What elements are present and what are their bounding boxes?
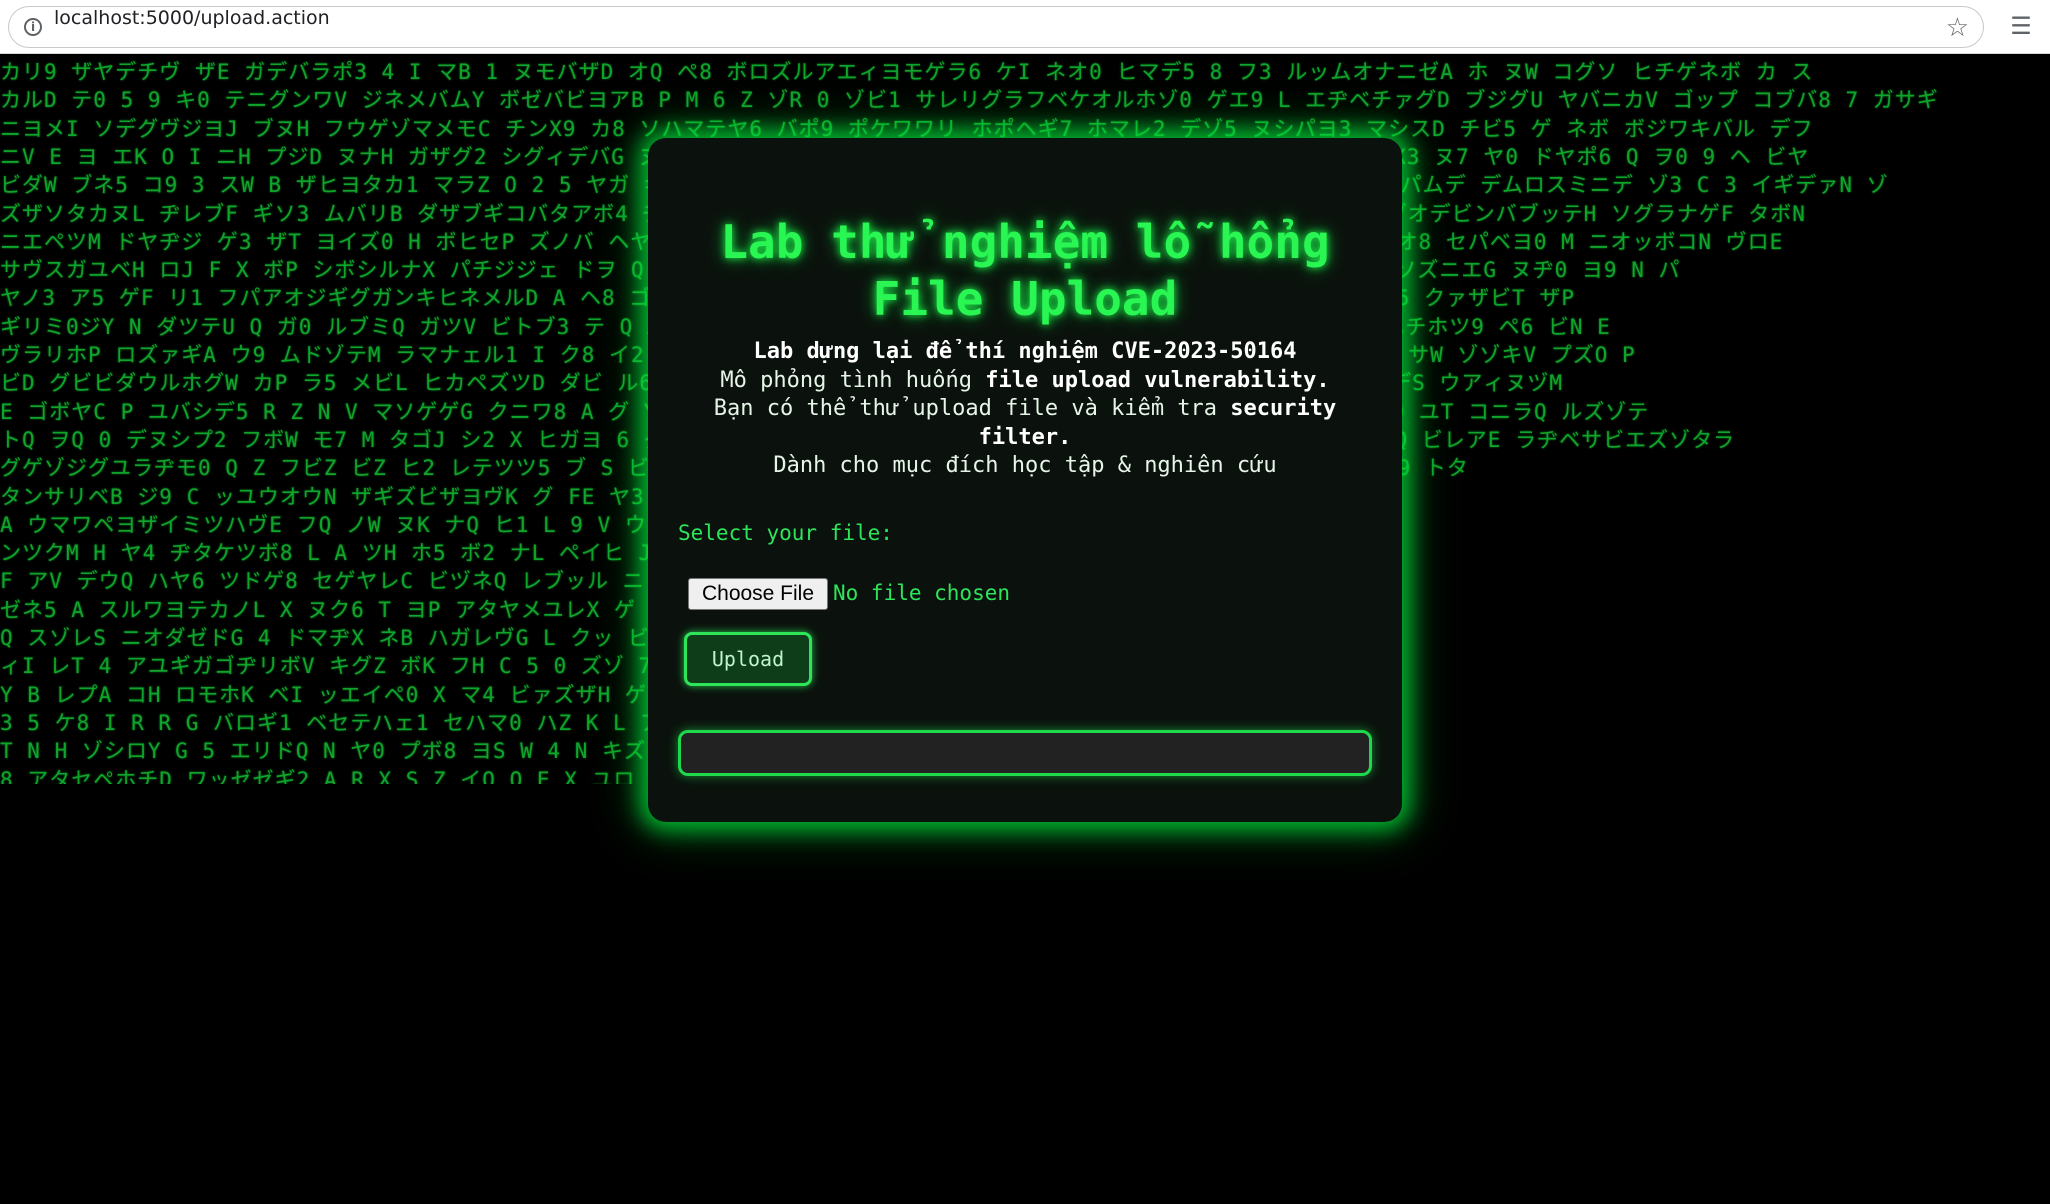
desc-line-purpose: Dành cho mục đích học tập & nghiên cứu: [773, 453, 1277, 478]
file-status-text: No file chosen: [833, 581, 1011, 605]
result-output-box: [678, 730, 1372, 776]
lab-description: Lab dựng lại để thí nghiệm CVE-2023-5016…: [668, 338, 1382, 481]
desc-line-simulation: Mô phỏng tình huống file upload vulnerab…: [720, 367, 1330, 393]
address-bar[interactable]: i localhost:5000/upload.action ☆: [8, 6, 1984, 48]
page-title: Lab thử nghiệm lỗ hổng File Upload: [720, 215, 1330, 326]
browser-toolbar: i localhost:5000/upload.action ☆ ☰: [0, 0, 2050, 54]
star-icon[interactable]: ☆: [1946, 13, 1969, 43]
desc-line-try: Bạn có thể thử upload file và kiểm tra s…: [713, 396, 1337, 450]
url-text[interactable]: localhost:5000/upload.action: [54, 7, 330, 47]
matrix-line: カルD テ0 5 9 キ0 テニグンワV ジネメバムY ボゼバビヨアB P M …: [0, 88, 1939, 113]
upload-button[interactable]: Upload: [684, 632, 812, 686]
favorites-icon[interactable]: ☰: [2005, 10, 2037, 42]
choose-file-button[interactable]: Choose File: [688, 578, 828, 610]
select-file-label: Select your file:: [678, 521, 893, 545]
matrix-line: カリ9 ザヤデチヴ ザE ガデバラポ3 4 I マB 1 ヌモバザD オQ ぺ8…: [0, 60, 1814, 84]
info-icon[interactable]: i: [24, 18, 42, 36]
desc-line-cve: Lab dựng lại để thí nghiệm CVE-2023-5016…: [753, 339, 1297, 364]
upload-card: Lab thử nghiệm lỗ hổng File Upload Lab d…: [648, 138, 1402, 822]
